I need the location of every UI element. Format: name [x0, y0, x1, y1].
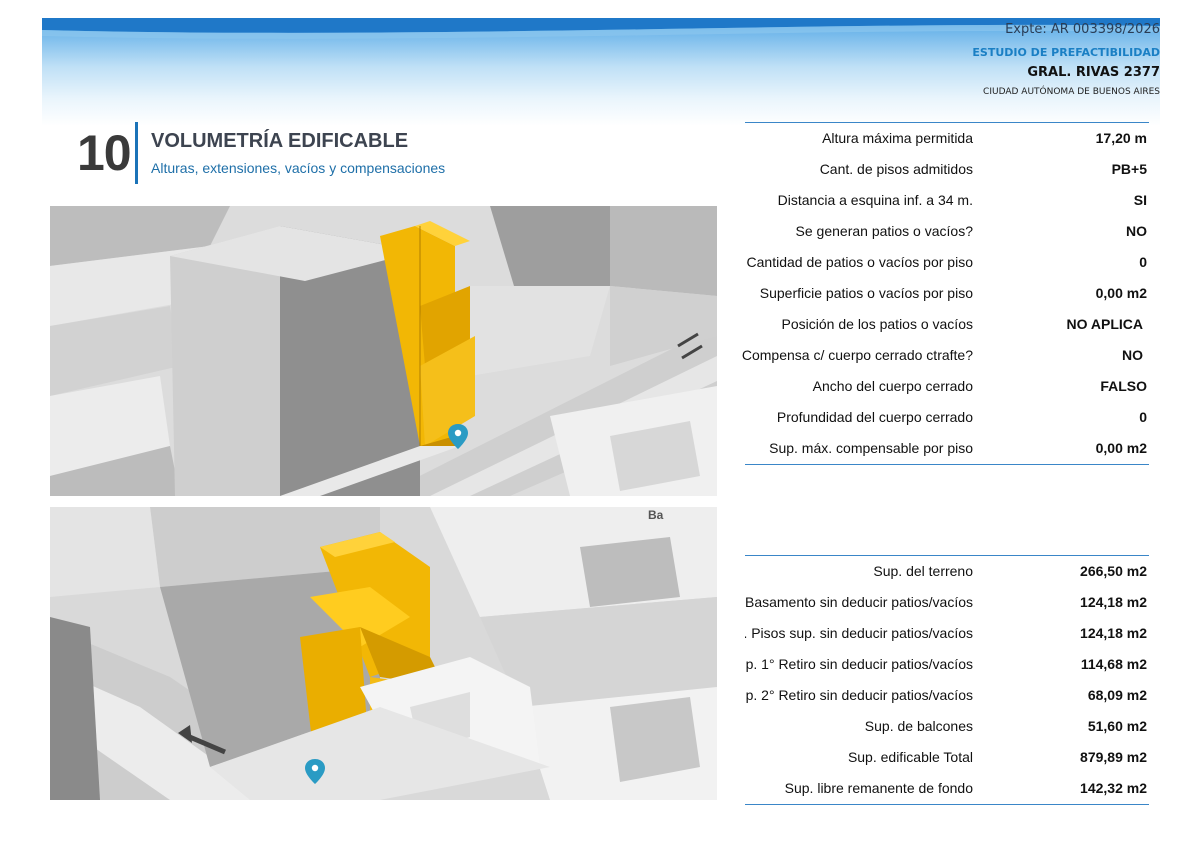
row-label: Altura máxima permitida: [822, 130, 973, 146]
row-value: 68,09 m2: [1087, 687, 1147, 703]
volumetric-view-1: [50, 206, 717, 496]
table-row: Ancho del cuerpo cerrado FALSO: [745, 371, 1149, 402]
table-row: Cant. de pisos admitidos PB+5: [745, 154, 1149, 185]
heights-table: Altura máxima permitida 17,20 m Cant. de …: [741, 122, 1149, 465]
expediente-number: Expte: AR 003398/2026: [1005, 22, 1160, 37]
row-label: Cantidad de patios o vacíos por piso: [746, 254, 973, 270]
table-row: Sup. Pisos sup. sin deducir patios/vacío…: [745, 618, 1149, 649]
row-label: Ancho del cuerpo cerrado: [812, 378, 973, 394]
table-row: Distancia a esquina inf. a 34 m. SI: [745, 185, 1149, 216]
section-title: VOLUMETRÍA EDIFICABLE: [151, 130, 409, 152]
row-value: SI: [1133, 192, 1147, 208]
row-label: Compensa c/ cuerpo cerrado ctrafte?: [741, 347, 973, 363]
property-address: GRAL. RIVAS 2377: [1027, 65, 1160, 80]
table-row: Sup. 1° Retiro sin deducir patios/vacíos…: [745, 649, 1149, 680]
table-row: Compensa c/ cuerpo cerrado ctrafte? NO: [741, 340, 1149, 371]
table-row: Se generan patios o vacíos? NO: [745, 216, 1149, 247]
row-value: FALSO: [1100, 378, 1147, 394]
table-bottom-rule: [745, 464, 1149, 465]
volumetric-view-2: Ba: [50, 507, 717, 800]
header-banner: [42, 18, 1160, 126]
table-row: Profundidad del cuerpo cerrado 0: [745, 402, 1149, 433]
table-row: Altura máxima permitida 17,20 m: [745, 123, 1149, 154]
table-row: Sup. libre remanente de fondo 142,32 m2: [745, 773, 1149, 804]
section-divider: [135, 122, 138, 184]
row-value: 0,00 m2: [1095, 440, 1147, 456]
table-row: Superficie patios o vacíos por piso 0,00 …: [745, 278, 1149, 309]
study-type: ESTUDIO DE PREFACTIBILIDAD: [972, 46, 1160, 59]
row-label: Profundidad del cuerpo cerrado: [776, 409, 973, 425]
row-label: Superficie patios o vacíos por piso: [759, 285, 973, 301]
table-row: Cantidad de patios o vacíos por piso 0: [745, 247, 1149, 278]
row-label: Sup. 2° Retiro sin deducir patios/vacíos: [745, 687, 973, 703]
row-label: Sup. libre remanente de fondo: [784, 780, 973, 796]
street-label: Ba: [648, 508, 664, 522]
row-label: Sup. máx. compensable por piso: [769, 440, 973, 456]
row-label: Sup. edificable Total: [847, 749, 973, 765]
row-value: 0: [1139, 254, 1147, 270]
table-row: Sup. edificable Total 879,89 m2: [745, 742, 1149, 773]
table-row: Sup. del terreno 266,50 m2: [745, 556, 1149, 587]
table-row: Posición de los patios o vacíos NO APLICA: [745, 309, 1149, 340]
row-value: NO: [1122, 347, 1143, 363]
row-value: NO: [1126, 223, 1147, 239]
table-row: Sup. Basamento sin deducir patios/vacíos…: [745, 587, 1149, 618]
row-label: Sup. Basamento sin deducir patios/vacíos: [745, 594, 973, 610]
row-value: PB+5: [1111, 161, 1147, 177]
row-label: Sup. Pisos sup. sin deducir patios/vacío…: [745, 625, 973, 641]
row-value: 17,20 m: [1095, 130, 1147, 146]
section-subtitle: Alturas, extensiones, vacíos y compensac…: [151, 160, 446, 176]
row-value: NO APLICA: [1066, 316, 1143, 332]
row-label: Sup. de balcones: [864, 718, 973, 734]
row-label: Cant. de pisos admitidos: [819, 161, 973, 177]
table-row: Sup. de balcones 51,60 m2: [745, 711, 1149, 742]
table-row: Sup. 2° Retiro sin deducir patios/vacíos…: [745, 680, 1149, 711]
row-label: Sup. 1° Retiro sin deducir patios/vacíos: [745, 656, 973, 672]
row-label: Posición de los patios o vacíos: [781, 316, 973, 332]
row-value: 114,68 m2: [1080, 656, 1147, 672]
row-label: Sup. del terreno: [873, 563, 973, 579]
row-value: 879,89 m2: [1080, 749, 1147, 765]
row-value: 0: [1139, 409, 1147, 425]
row-value: 124,18 m2: [1080, 625, 1147, 641]
table-row: Sup. máx. compensable por piso 0,00 m2: [745, 433, 1149, 464]
section-number: 10: [77, 125, 132, 181]
row-value: 266,50 m2: [1080, 563, 1147, 579]
city-name: CIUDAD AUTÓNOMA DE BUENOS AIRES: [983, 87, 1160, 97]
header-swoosh: [42, 18, 1160, 39]
surfaces-rows: Sup. del terreno 266,50 m2 Sup. Basamento…: [745, 556, 1149, 804]
row-value: 142,32 m2: [1080, 780, 1147, 796]
row-value: 124,18 m2: [1080, 594, 1147, 610]
surfaces-table: Sup. del terreno 266,50 m2 Sup. Basamento…: [745, 555, 1149, 805]
row-label: Distancia a esquina inf. a 34 m.: [777, 192, 973, 208]
row-label: Se generan patios o vacíos?: [795, 223, 973, 239]
table-bottom-rule: [745, 804, 1149, 805]
row-value: 51,60 m2: [1087, 718, 1147, 734]
heights-rows: Altura máxima permitida 17,20 m Cant. de …: [741, 123, 1149, 464]
row-value: 0,00 m2: [1095, 285, 1147, 301]
